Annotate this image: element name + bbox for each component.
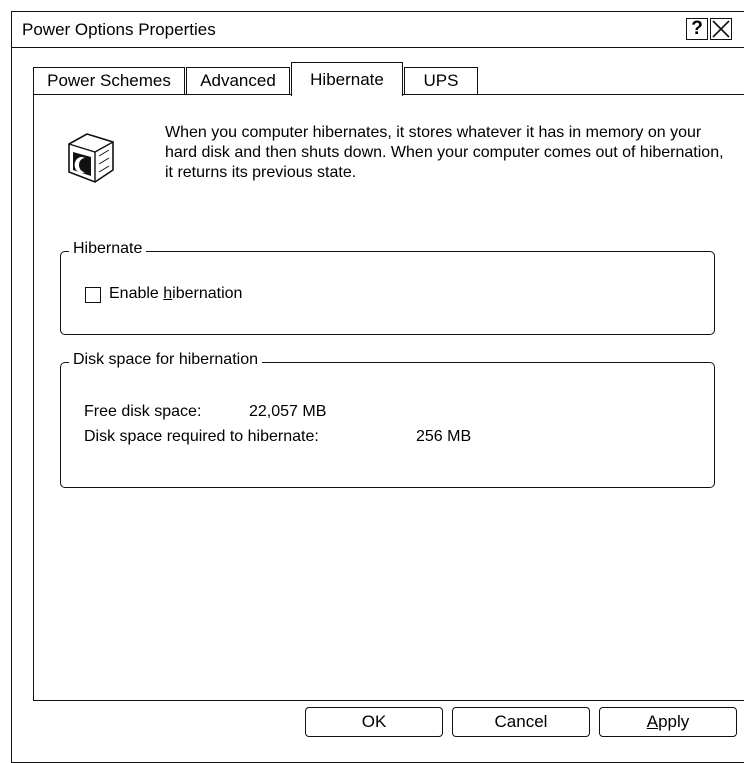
required-disk-space-label: Disk space required to hibernate: xyxy=(84,428,319,445)
ok-button[interactable]: OK xyxy=(305,707,443,737)
disk-space-groupbox: Disk space for hibernation Free disk spa… xyxy=(60,351,715,488)
hibernate-tab-panel: When you computer hibernates, it stores … xyxy=(33,94,744,701)
required-disk-space-value: 256 MB xyxy=(416,428,472,445)
enable-hibernation-checkbox[interactable] xyxy=(85,287,101,303)
apply-button[interactable]: Apply xyxy=(599,707,737,737)
hibernate-moon-icon xyxy=(63,130,119,186)
close-icon xyxy=(712,20,730,38)
hibernate-description: When you computer hibernates, it stores … xyxy=(165,124,724,181)
tab-advanced[interactable]: Advanced xyxy=(186,67,290,95)
title-bar: Power Options Properties ? xyxy=(12,12,744,48)
hibernate-group-legend: Hibernate xyxy=(69,240,147,258)
help-button[interactable]: ? xyxy=(686,18,708,40)
hibernate-groupbox: Hibernate Enable hibernation xyxy=(60,240,715,335)
tab-hibernate[interactable]: Hibernate xyxy=(291,62,403,96)
free-disk-space-value: 22,057 MB xyxy=(249,403,327,420)
close-button[interactable] xyxy=(710,18,732,40)
window-title: Power Options Properties xyxy=(22,20,216,39)
tab-power-schemes[interactable]: Power Schemes xyxy=(33,67,185,95)
free-disk-space-label: Free disk space: xyxy=(84,403,202,420)
power-options-dialog: Power Options Properties ? Power Schemes… xyxy=(11,11,744,763)
enable-hibernation-label[interactable]: Enable hibernation xyxy=(109,285,242,303)
disk-space-group-legend: Disk space for hibernation xyxy=(69,351,262,369)
tab-ups[interactable]: UPS xyxy=(404,67,478,95)
cancel-button[interactable]: Cancel xyxy=(452,707,590,737)
